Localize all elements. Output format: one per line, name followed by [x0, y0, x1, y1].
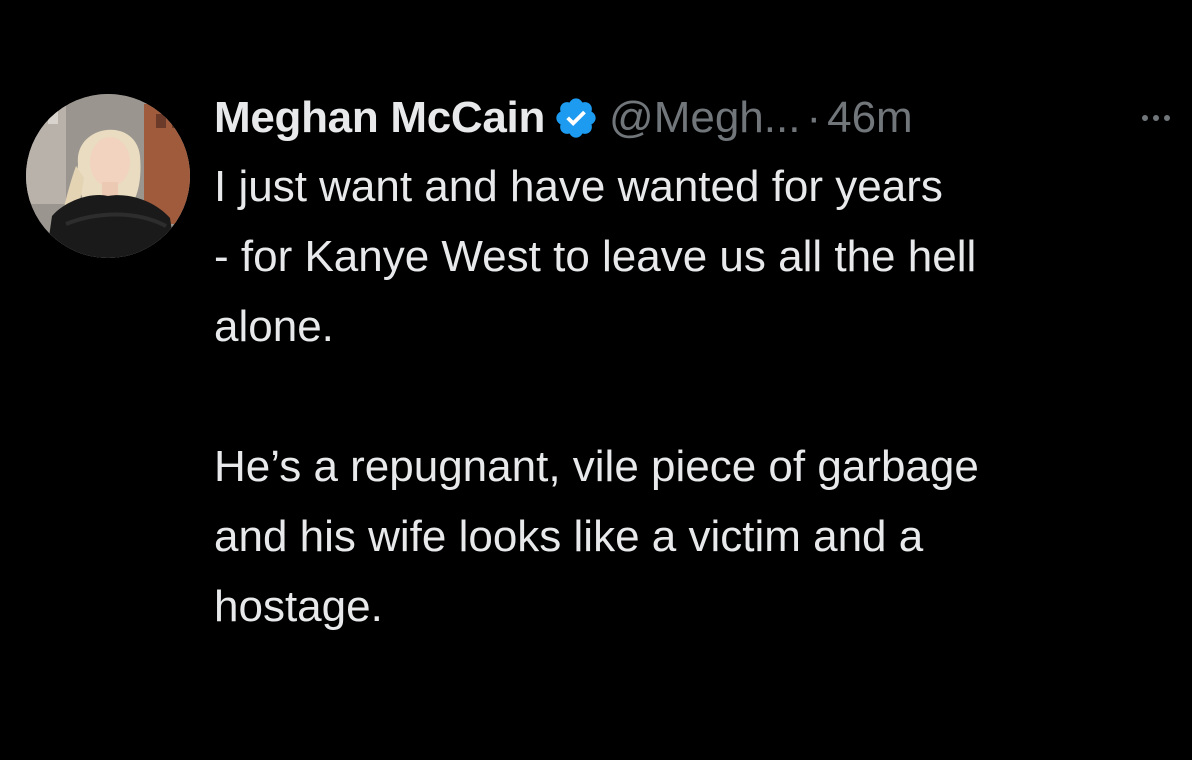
text-line: I just want and have wanted for years — [214, 162, 943, 211]
tweet-paragraph: He’s a repugnant, vile piece of garbage … — [214, 432, 1184, 642]
text-line: He’s a repugnant, vile piece of garbage — [214, 442, 979, 491]
text-line: alone. — [214, 302, 334, 351]
tweet[interactable]: Meghan McCain @Megh... · 46m I just want… — [0, 0, 1192, 760]
text-line: hostage. — [214, 582, 383, 631]
author-handle[interactable]: @Megh... — [609, 93, 800, 143]
tweet-content: Meghan McCain @Megh... · 46m I just want… — [214, 86, 1184, 642]
author-name[interactable]: Meghan McCain — [214, 93, 545, 143]
tweet-paragraph: I just want and have wanted for years - … — [214, 152, 1184, 362]
tweet-timestamp[interactable]: 46m — [827, 93, 913, 143]
avatar[interactable] — [26, 94, 190, 258]
separator-dot: · — [806, 93, 822, 142]
tweet-header: Meghan McCain @Megh... · 46m — [214, 86, 1184, 150]
text-line: - for Kanye West to leave us all the hel… — [214, 232, 977, 281]
text-line: and his wife looks like a victim and a — [214, 512, 924, 561]
verified-badge-icon — [553, 95, 599, 141]
more-horizontal-icon[interactable] — [1142, 98, 1170, 138]
tweet-text: I just want and have wanted for years - … — [214, 152, 1184, 642]
